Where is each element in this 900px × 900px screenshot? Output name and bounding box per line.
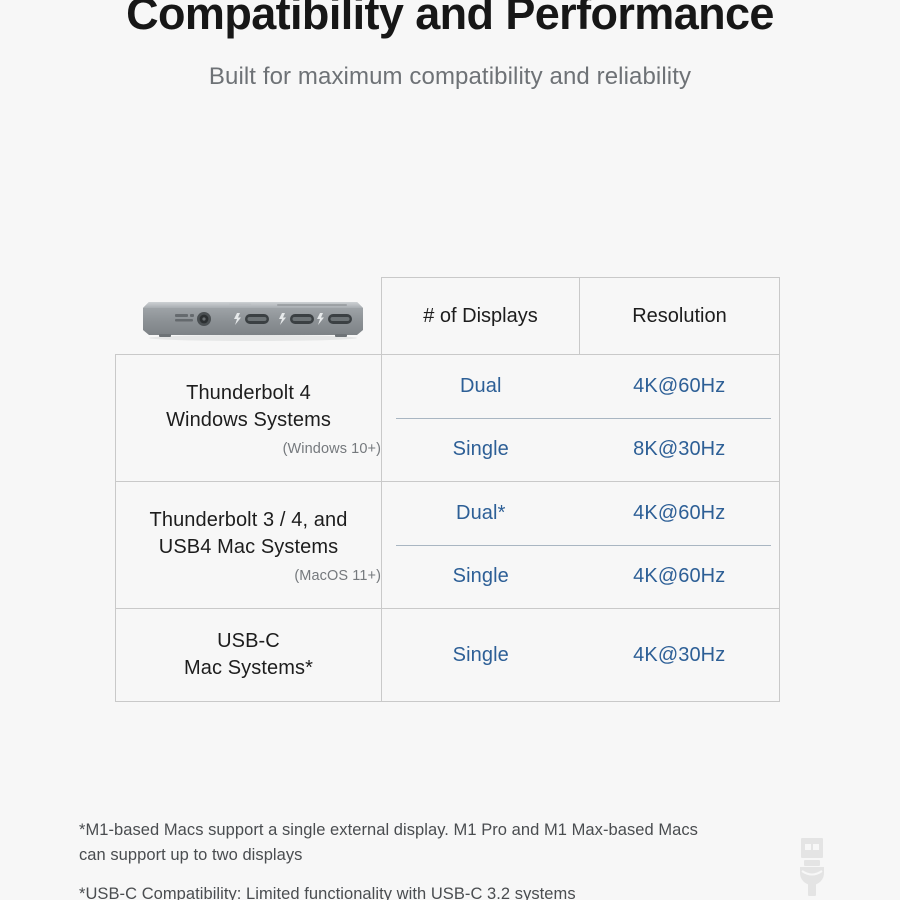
value-subrow: Dual 4K@60Hz bbox=[382, 355, 779, 418]
value-subrow: Single 4K@30Hz bbox=[382, 644, 779, 667]
resolution-value: 4K@60Hz bbox=[633, 501, 726, 524]
compatibility-table: # of Displays Resolution Thunderbolt 4 W… bbox=[115, 277, 780, 702]
system-line: USB4 Mac Systems bbox=[158, 535, 339, 558]
displays-value: Single bbox=[452, 438, 509, 461]
system-line: Mac Systems* bbox=[183, 657, 313, 679]
header-cell-displays: # of Displays bbox=[381, 277, 580, 355]
usb-connector-icon bbox=[795, 836, 829, 900]
system-note: (Windows 10+) bbox=[282, 440, 381, 457]
header-spacer-cell bbox=[116, 278, 382, 355]
system-cell: USB-C Mac Systems* bbox=[115, 608, 382, 702]
value-subrow: Dual* 4K@60Hz bbox=[382, 482, 779, 545]
footnotes: *M1-based Macs support a single external… bbox=[79, 818, 719, 900]
resolution-value: 4K@60Hz bbox=[633, 374, 726, 397]
values-cell: Dual* 4K@60Hz Single 4K@60Hz bbox=[381, 481, 780, 609]
compatibility-page: Compatibility and Performance Built for … bbox=[0, 0, 900, 900]
value-subrow: Single 4K@60Hz bbox=[382, 546, 779, 609]
resolution-value: 8K@30Hz bbox=[633, 438, 726, 461]
system-note: (MacOS 11+) bbox=[294, 567, 381, 584]
footnote-item: *M1-based Macs support a single external… bbox=[79, 821, 698, 864]
system-cell: Thunderbolt 4 Windows Systems (Windows 1… bbox=[115, 354, 382, 482]
table-row: USB-C Mac Systems* Single 4K@30Hz bbox=[115, 608, 780, 702]
resolution-value: 4K@60Hz bbox=[633, 565, 726, 588]
displays-value: Dual bbox=[459, 374, 502, 397]
table-header-row: # of Displays Resolution bbox=[116, 277, 780, 355]
system-cell: Thunderbolt 3 / 4, and USB4 Mac Systems … bbox=[115, 481, 382, 609]
system-line: Thunderbolt 3 / 4, and bbox=[149, 508, 348, 531]
page-subtitle: Built for maximum compatibility and reli… bbox=[208, 63, 692, 90]
values-cell: Single 4K@30Hz bbox=[381, 608, 780, 702]
table-row: Thunderbolt 4 Windows Systems (Windows 1… bbox=[115, 354, 780, 482]
displays-value: Dual* bbox=[456, 501, 506, 524]
system-line: Thunderbolt 4 bbox=[186, 381, 311, 404]
page-header: Compatibility and Performance Built for … bbox=[0, 0, 900, 91]
page-title: Compatibility and Performance bbox=[126, 0, 774, 39]
resolution-value: 4K@30Hz bbox=[633, 643, 726, 666]
footnote-item: *USB-C Compatibility: Limited functional… bbox=[79, 885, 576, 900]
system-line: USB-C bbox=[217, 630, 280, 652]
values-cell: Dual 4K@60Hz Single 8K@30Hz bbox=[381, 354, 780, 482]
header-cell-resolution: Resolution bbox=[579, 277, 780, 355]
displays-value: Single bbox=[452, 565, 509, 588]
table-row: Thunderbolt 3 / 4, and USB4 Mac Systems … bbox=[115, 481, 780, 609]
value-subrow: Single 8K@30Hz bbox=[382, 419, 779, 482]
system-line: Windows Systems bbox=[166, 408, 331, 431]
displays-value: Single bbox=[452, 643, 509, 666]
